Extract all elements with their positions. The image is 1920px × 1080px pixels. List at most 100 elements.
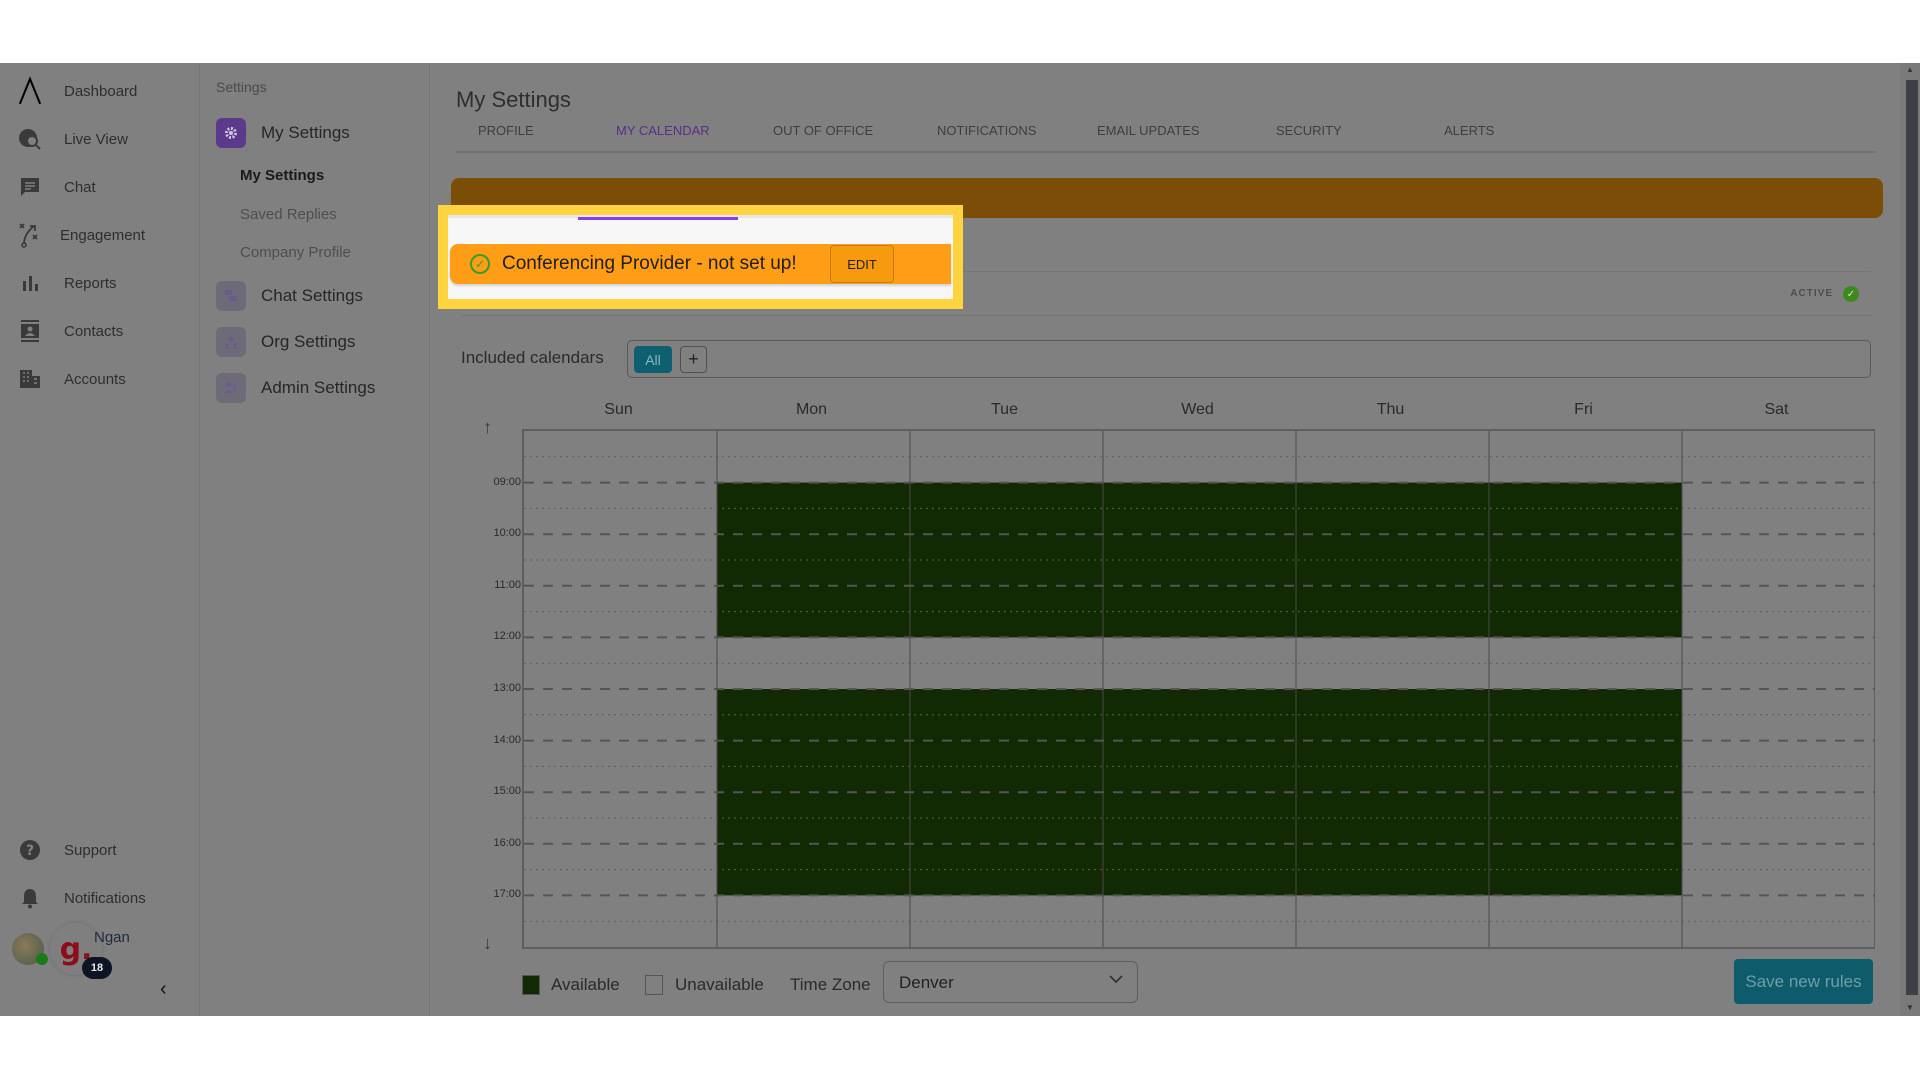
available-swatch bbox=[522, 975, 540, 995]
scroll-up-icon[interactable]: ▲ bbox=[1906, 65, 1914, 74]
tab-my-calendar[interactable]: MY CALENDAR bbox=[616, 123, 710, 138]
time-label: 10:00 bbox=[493, 527, 521, 540]
edit-conferencing-button[interactable]: EDIT bbox=[830, 245, 894, 283]
time-label: 17:00 bbox=[493, 888, 521, 901]
reports-icon bbox=[18, 271, 42, 295]
admin-icon bbox=[216, 373, 246, 403]
timezone-select[interactable]: Denver bbox=[883, 961, 1138, 1003]
scrollbar[interactable]: ▲ ▼ bbox=[1900, 63, 1920, 1016]
nav-item-accounts[interactable]: Accounts bbox=[0, 359, 200, 399]
live-view-icon bbox=[18, 127, 42, 151]
page-title: My Settings bbox=[456, 87, 571, 112]
nav-item-live-view[interactable]: Live View bbox=[0, 119, 200, 159]
app-frame: Dashboard Live View Chat Engagement Repo… bbox=[0, 63, 1920, 1016]
accounts-icon bbox=[18, 367, 42, 391]
time-label: 15:00 bbox=[493, 785, 521, 798]
chevron-down-icon bbox=[1109, 971, 1123, 989]
check-circle-icon: ✓ bbox=[1843, 286, 1859, 302]
chat-bubbles-icon bbox=[216, 281, 246, 311]
conferencing-provider-banner: ✓ Conferencing Provider - not set up! ED… bbox=[450, 244, 951, 284]
available-label: Available bbox=[551, 975, 620, 994]
calendar-grid[interactable] bbox=[522, 429, 1875, 949]
unavailable-swatch bbox=[645, 975, 663, 995]
day-header-tue: Tue bbox=[991, 401, 1018, 418]
scrollbar-thumb[interactable] bbox=[1906, 80, 1918, 995]
settings-group-label: My Settings bbox=[261, 123, 350, 142]
included-calendars-field[interactable]: All + bbox=[627, 340, 1871, 378]
time-label: 11:00 bbox=[494, 578, 521, 591]
settings-item-saved-replies[interactable]: Saved Replies bbox=[240, 206, 337, 223]
scroll-down-icon[interactable]: ▼ bbox=[1906, 1003, 1914, 1012]
chat-icon bbox=[18, 175, 42, 199]
nav-item-contacts[interactable]: Contacts bbox=[0, 311, 200, 351]
logo-icon bbox=[18, 76, 42, 105]
collapse-sidebar-button[interactable]: ‹ bbox=[160, 978, 167, 1001]
availability-calendar: Sun Mon Tue Wed Thu Fri Sat ↑ ↓ 09:00 10:00 11:0… bbox=[431, 393, 1900, 953]
nav-label: Live View bbox=[64, 130, 128, 148]
nav-label: Reports bbox=[64, 274, 117, 292]
nav-label: Notifications bbox=[64, 889, 146, 907]
engagement-icon bbox=[18, 223, 42, 248]
day-header-mon: Mon bbox=[795, 401, 828, 418]
settings-group-my-settings[interactable]: My Settings bbox=[216, 118, 350, 148]
settings-heading: Settings bbox=[216, 79, 267, 95]
banner-message: Conferencing Provider - not set up! bbox=[502, 253, 797, 274]
nav-label: Support bbox=[64, 841, 117, 859]
tab-out-of-office[interactable]: OUT OF OFFICE bbox=[773, 123, 873, 138]
org-icon bbox=[216, 327, 246, 357]
nav-item-engagement[interactable]: Engagement bbox=[0, 215, 200, 255]
time-label: 09:00 bbox=[493, 475, 521, 488]
tab-security[interactable]: SECURITY bbox=[1276, 123, 1342, 138]
scroll-down-arrow-icon[interactable]: ↓ bbox=[483, 933, 492, 954]
settings-group-label: Admin Settings bbox=[261, 378, 376, 397]
settings-item-company-profile[interactable]: Company Profile bbox=[240, 244, 351, 261]
highlight-frame: ✓ Conferencing Provider - not set up! ED… bbox=[438, 205, 963, 309]
day-header-fri: Fri bbox=[1574, 401, 1593, 418]
calendar-grid-canvas bbox=[524, 431, 1875, 947]
nav-item-chat[interactable]: Chat bbox=[0, 167, 200, 207]
nav-label: Contacts bbox=[64, 322, 124, 340]
active-tab-indicator bbox=[578, 217, 738, 220]
check-circle-icon: ✓ bbox=[470, 254, 490, 274]
nav-item-support[interactable]: ? Support bbox=[0, 830, 200, 870]
nav-label: Accounts bbox=[64, 370, 126, 388]
gear-icon bbox=[216, 118, 246, 148]
settings-group-chat-settings[interactable]: Chat Settings bbox=[216, 281, 363, 311]
user-name: Ngan bbox=[94, 929, 130, 946]
svg-text:?: ? bbox=[26, 843, 34, 859]
day-header-sat: Sat bbox=[1764, 401, 1789, 418]
settings-group-label: Org Settings bbox=[261, 332, 356, 351]
time-label: 13:00 bbox=[493, 682, 521, 694]
settings-group-admin-settings[interactable]: Admin Settings bbox=[216, 373, 375, 403]
tab-notifications[interactable]: NOTIFICATIONS bbox=[937, 123, 1036, 138]
time-label: 12:00 bbox=[493, 630, 521, 643]
settings-group-org-settings[interactable]: Org Settings bbox=[216, 327, 356, 357]
day-header-sun: Sun bbox=[604, 401, 633, 418]
nav-item-notifications[interactable]: Notifications bbox=[0, 878, 200, 918]
included-calendars-label: Included calendars bbox=[461, 348, 604, 367]
add-calendar-button[interactable]: + bbox=[680, 346, 707, 373]
day-header-thu: Thu bbox=[1376, 401, 1405, 418]
time-label: 16:00 bbox=[493, 836, 521, 849]
online-status-indicator bbox=[36, 953, 48, 965]
account-status: ACTIVE bbox=[1790, 288, 1833, 299]
help-icon: ? bbox=[18, 838, 42, 862]
nav-label: Engagement bbox=[60, 226, 146, 244]
calendar-chip-all[interactable]: All bbox=[634, 346, 672, 373]
tab-email-updates[interactable]: EMAIL UPDATES bbox=[1097, 123, 1200, 138]
nav-label: Chat bbox=[64, 178, 96, 196]
settings-group-label: Chat Settings bbox=[261, 286, 364, 305]
settings-item-my-settings[interactable]: My Settings bbox=[240, 167, 324, 184]
tab-alerts[interactable]: ALERTS bbox=[1444, 123, 1494, 138]
scroll-up-arrow-icon[interactable]: ↑ bbox=[483, 417, 492, 438]
calendar-legend: Available Unavailable Time Zone Denver S… bbox=[431, 959, 1900, 1008]
time-label: 14:00 bbox=[493, 733, 521, 746]
tab-profile[interactable]: PROFILE bbox=[478, 123, 534, 138]
save-rules-button[interactable]: Save new rules bbox=[1734, 959, 1873, 1004]
day-header-wed: Wed bbox=[1181, 401, 1214, 418]
nav-item-dashboard[interactable]: Dashboard bbox=[0, 71, 200, 111]
contacts-icon bbox=[18, 319, 42, 343]
nav-item-reports[interactable]: Reports bbox=[0, 263, 200, 303]
user-profile[interactable]: g. Ngan 18 bbox=[12, 923, 202, 983]
settings-sidebar: Settings My Settings My Settings Saved R… bbox=[200, 63, 430, 1016]
